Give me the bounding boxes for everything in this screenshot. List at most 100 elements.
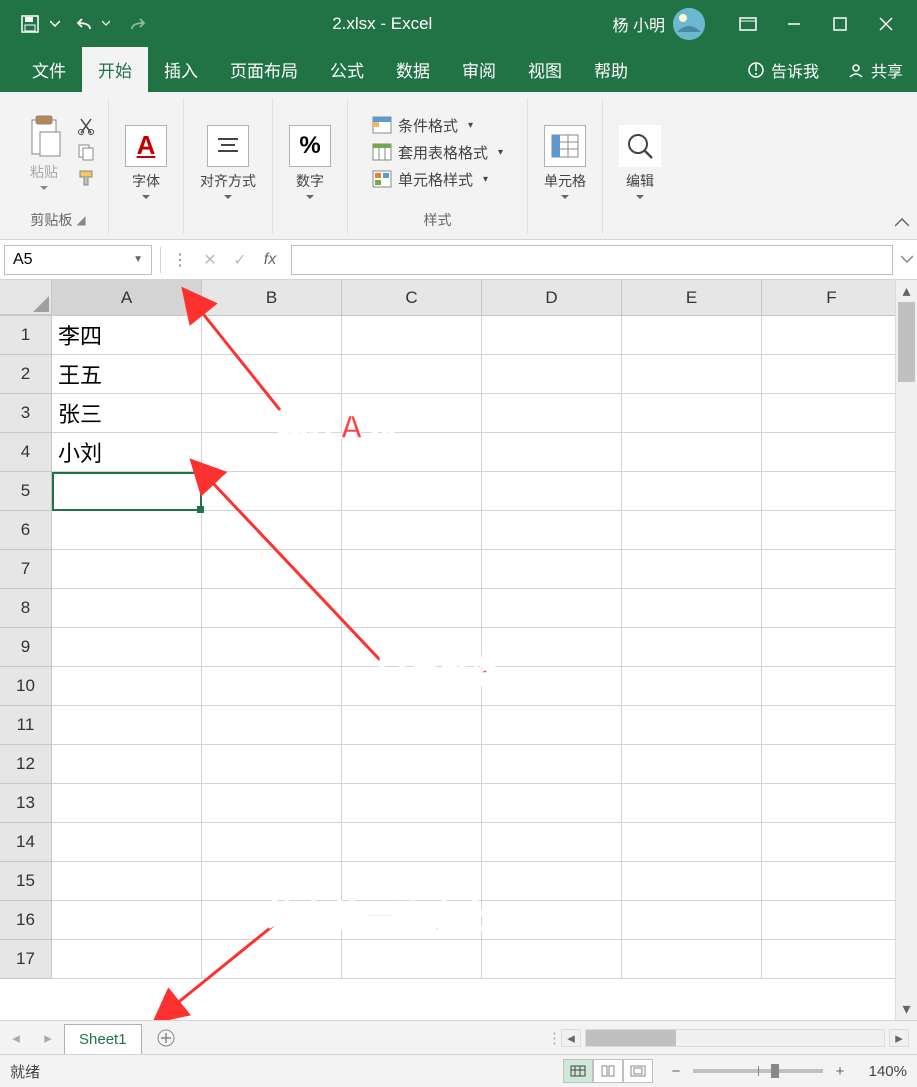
cell[interactable] bbox=[342, 823, 482, 862]
cell[interactable] bbox=[762, 706, 902, 745]
horizontal-scroll-thumb[interactable] bbox=[586, 1030, 676, 1046]
tab-file[interactable]: 文件 bbox=[16, 47, 82, 92]
cell[interactable] bbox=[52, 784, 202, 823]
cell[interactable]: 张三 bbox=[52, 394, 202, 433]
user-avatar[interactable] bbox=[673, 8, 705, 40]
vertical-scroll-thumb[interactable] bbox=[898, 302, 915, 382]
alignment-button[interactable]: 对齐方式 bbox=[194, 121, 262, 204]
cell[interactable] bbox=[342, 355, 482, 394]
cell[interactable] bbox=[482, 628, 622, 667]
zoom-slider[interactable] bbox=[693, 1069, 823, 1073]
cell[interactable] bbox=[622, 706, 762, 745]
row-header[interactable]: 13 bbox=[0, 784, 52, 823]
name-box[interactable]: A5 ▼ bbox=[4, 245, 152, 275]
cell[interactable] bbox=[52, 901, 202, 940]
cell[interactable] bbox=[342, 394, 482, 433]
cell[interactable] bbox=[202, 901, 342, 940]
cell[interactable] bbox=[762, 901, 902, 940]
cell[interactable] bbox=[52, 745, 202, 784]
cell[interactable] bbox=[762, 433, 902, 472]
cell[interactable] bbox=[622, 355, 762, 394]
row-header[interactable]: 11 bbox=[0, 706, 52, 745]
cell[interactable] bbox=[202, 316, 342, 355]
cell[interactable] bbox=[342, 862, 482, 901]
row-header[interactable]: 1 bbox=[0, 316, 52, 355]
cell[interactable] bbox=[482, 745, 622, 784]
cell[interactable] bbox=[202, 550, 342, 589]
row-header[interactable]: 4 bbox=[0, 433, 52, 472]
close-button[interactable] bbox=[863, 8, 909, 40]
cell[interactable] bbox=[52, 706, 202, 745]
column-header-a[interactable]: A bbox=[52, 280, 202, 315]
cell-styles-button[interactable]: 单元格样式▾ bbox=[372, 169, 503, 190]
table-format-button[interactable]: 套用表格格式▾ bbox=[372, 142, 503, 163]
cell[interactable] bbox=[202, 394, 342, 433]
chevron-down-icon[interactable]: ▼ bbox=[133, 254, 143, 265]
sheet-nav-next-icon[interactable]: ▸ bbox=[36, 1026, 60, 1050]
add-sheet-button[interactable] bbox=[152, 1024, 180, 1052]
zoom-in-button[interactable]: + bbox=[831, 1062, 849, 1080]
cell[interactable] bbox=[202, 433, 342, 472]
vertical-scrollbar[interactable]: ▴ ▾ bbox=[895, 280, 917, 1020]
cell[interactable] bbox=[482, 316, 622, 355]
ribbon-display-icon[interactable] bbox=[725, 8, 771, 40]
cell[interactable] bbox=[622, 433, 762, 472]
user-name[interactable]: 杨 小明 bbox=[613, 12, 665, 36]
cell[interactable] bbox=[482, 823, 622, 862]
row-header[interactable]: 16 bbox=[0, 901, 52, 940]
cell[interactable] bbox=[622, 940, 762, 979]
cell[interactable] bbox=[482, 394, 622, 433]
cell[interactable] bbox=[52, 667, 202, 706]
cell[interactable] bbox=[202, 355, 342, 394]
cells-button[interactable]: 单元格 bbox=[538, 121, 592, 204]
cell[interactable] bbox=[202, 745, 342, 784]
cell[interactable] bbox=[342, 784, 482, 823]
cell[interactable] bbox=[202, 940, 342, 979]
cell[interactable] bbox=[342, 706, 482, 745]
share-button[interactable]: 共享 bbox=[833, 58, 917, 92]
tab-review[interactable]: 审阅 bbox=[446, 47, 512, 92]
cell[interactable]: 王五 bbox=[52, 355, 202, 394]
cell[interactable] bbox=[762, 472, 902, 511]
view-page-layout-icon[interactable] bbox=[593, 1059, 623, 1083]
cell[interactable] bbox=[482, 550, 622, 589]
font-button[interactable]: A 字体 bbox=[119, 121, 173, 204]
column-header-c[interactable]: C bbox=[342, 280, 482, 315]
row-header[interactable]: 14 bbox=[0, 823, 52, 862]
copy-icon[interactable] bbox=[74, 140, 98, 164]
conditional-format-button[interactable]: 条件格式▾ bbox=[372, 115, 503, 136]
cut-icon[interactable] bbox=[74, 114, 98, 138]
collapse-ribbon-icon[interactable] bbox=[895, 215, 909, 233]
cell[interactable] bbox=[622, 784, 762, 823]
cell[interactable] bbox=[342, 550, 482, 589]
cell[interactable] bbox=[482, 433, 622, 472]
maximize-button[interactable] bbox=[817, 8, 863, 40]
cell[interactable] bbox=[52, 511, 202, 550]
scroll-left-icon[interactable]: ◂ bbox=[561, 1029, 581, 1047]
cell[interactable] bbox=[342, 901, 482, 940]
scroll-down-icon[interactable]: ▾ bbox=[896, 998, 917, 1020]
cell[interactable] bbox=[622, 745, 762, 784]
cell[interactable] bbox=[482, 511, 622, 550]
minimize-button[interactable] bbox=[771, 8, 817, 40]
row-header[interactable]: 12 bbox=[0, 745, 52, 784]
tab-home[interactable]: 开始 bbox=[82, 47, 148, 92]
cell[interactable] bbox=[202, 628, 342, 667]
column-header-f[interactable]: F bbox=[762, 280, 902, 315]
row-header[interactable]: 7 bbox=[0, 550, 52, 589]
cell[interactable] bbox=[762, 667, 902, 706]
cell[interactable] bbox=[202, 589, 342, 628]
column-header-d[interactable]: D bbox=[482, 280, 622, 315]
row-header[interactable]: 6 bbox=[0, 511, 52, 550]
insert-function-icon[interactable]: fx bbox=[255, 245, 285, 275]
row-header[interactable]: 10 bbox=[0, 667, 52, 706]
view-page-break-icon[interactable] bbox=[623, 1059, 653, 1083]
tab-view[interactable]: 视图 bbox=[512, 47, 578, 92]
undo-icon[interactable] bbox=[76, 15, 96, 33]
format-painter-icon[interactable] bbox=[74, 166, 98, 190]
row-header[interactable]: 15 bbox=[0, 862, 52, 901]
tab-data[interactable]: 数据 bbox=[380, 47, 446, 92]
cell[interactable] bbox=[202, 784, 342, 823]
zoom-slider-handle[interactable] bbox=[771, 1064, 779, 1078]
cell[interactable] bbox=[342, 667, 482, 706]
